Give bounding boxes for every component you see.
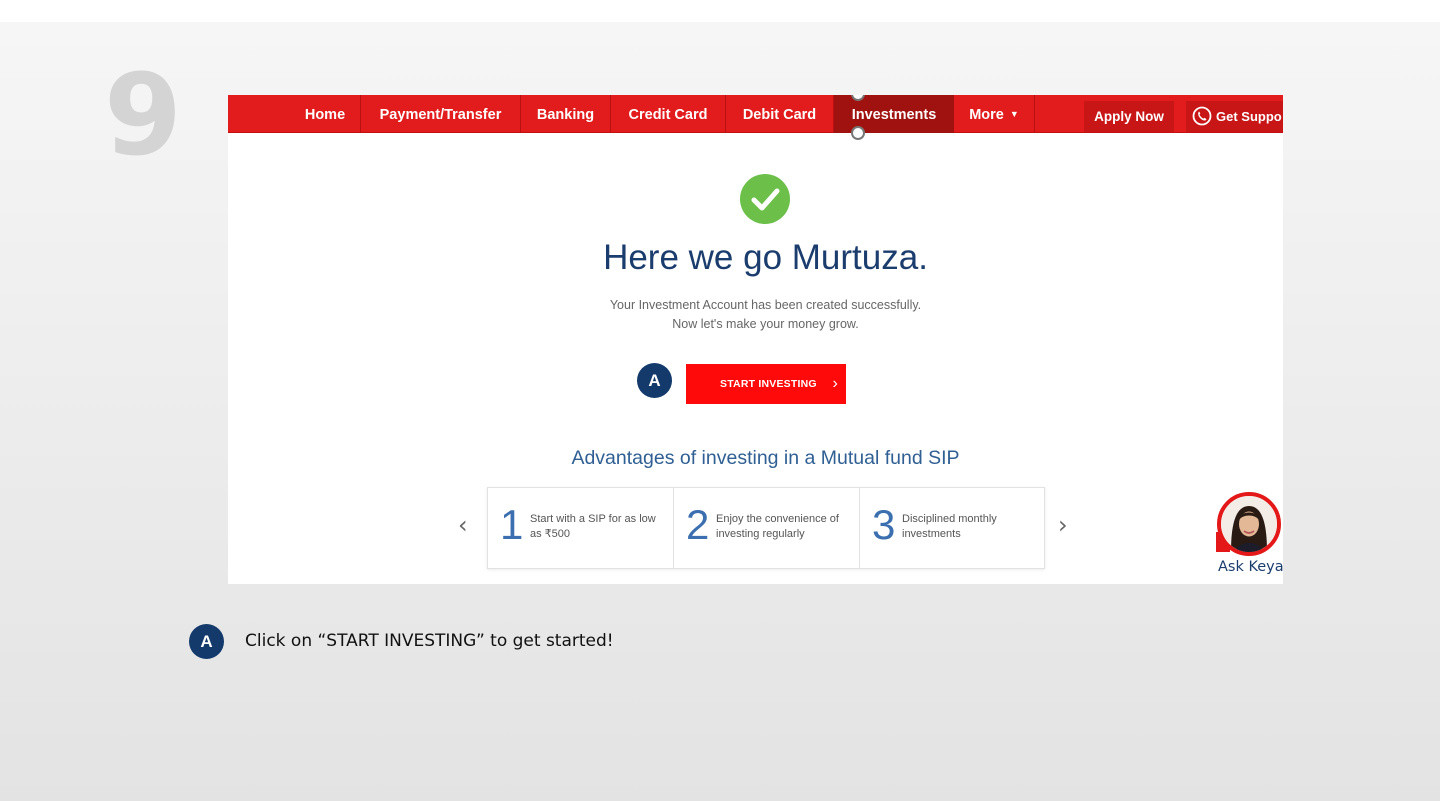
get-support-label: Get Suppo <box>1216 109 1282 124</box>
carousel-prev-icon[interactable]: ‹ <box>458 511 468 539</box>
advantage-text: Start with a SIP for as low as ₹500 <box>530 513 656 540</box>
caret-down-icon: ▼ <box>1009 109 1019 119</box>
advantage-number: 2 <box>686 501 710 548</box>
advantage-card: 1 Start with a SIP for as low as ₹500 <box>488 488 674 568</box>
step-number: 9 <box>104 51 182 181</box>
advantage-text: Disciplined monthly investments <box>902 513 997 540</box>
website-screenshot: Home Payment/Transfer Banking Credit Car… <box>228 95 1283 584</box>
callout-marker-a: A <box>189 624 224 659</box>
selection-handle-bottom <box>851 126 865 140</box>
advantage-card: 2 Enjoy the convenience of investing reg… <box>674 488 860 568</box>
advantage-text: Enjoy the convenience of investing regul… <box>716 513 839 540</box>
ask-keya-avatar[interactable] <box>1217 492 1281 556</box>
success-message-line-2: Now let's make your money grow. <box>672 317 859 331</box>
nav-item-payment-transfer[interactable]: Payment/Transfer <box>361 95 520 133</box>
assistant-avatar-icon <box>1221 496 1277 552</box>
advantages-title: Advantages of investing in a Mutual fund… <box>571 447 960 469</box>
advantage-number: 1 <box>500 501 524 548</box>
advantage-number: 3 <box>872 501 896 548</box>
nav-item-debit-card[interactable]: Debit Card <box>726 95 833 133</box>
top-nav: Home Payment/Transfer Banking Credit Car… <box>228 95 1283 133</box>
carousel-next-icon[interactable]: › <box>1058 511 1068 539</box>
instruction-text: Click on “START INVESTING” to get starte… <box>245 631 614 651</box>
get-support-button[interactable]: Get Suppo <box>1186 101 1283 132</box>
nav-item-credit-card[interactable]: Credit Card <box>611 95 725 133</box>
advantages-carousel: 1 Start with a SIP for as low as ₹500 2 … <box>487 487 1045 569</box>
nav-divider <box>1034 95 1035 133</box>
start-investing-button[interactable]: START INVESTING › <box>686 364 846 404</box>
advantage-card: 3 Disciplined monthly investments <box>860 488 1046 568</box>
nav-more-label: More <box>969 107 1004 123</box>
nav-item-home[interactable]: Home <box>290 95 360 133</box>
start-investing-label: START INVESTING <box>720 378 817 390</box>
apply-now-button[interactable]: Apply Now <box>1084 101 1174 132</box>
chevron-right-icon: › <box>832 375 838 392</box>
ask-keya-label[interactable]: Ask Keya <box>1218 559 1283 575</box>
nav-item-banking[interactable]: Banking <box>521 95 610 133</box>
nav-item-more[interactable]: More ▼ <box>954 95 1034 133</box>
success-message-line-1: Your Investment Account has been created… <box>609 298 922 312</box>
step-marker-a: A <box>637 363 672 398</box>
phone-icon <box>1192 106 1212 125</box>
success-headline: Here we go Murtuza. <box>603 238 928 277</box>
success-check-icon <box>740 174 790 224</box>
